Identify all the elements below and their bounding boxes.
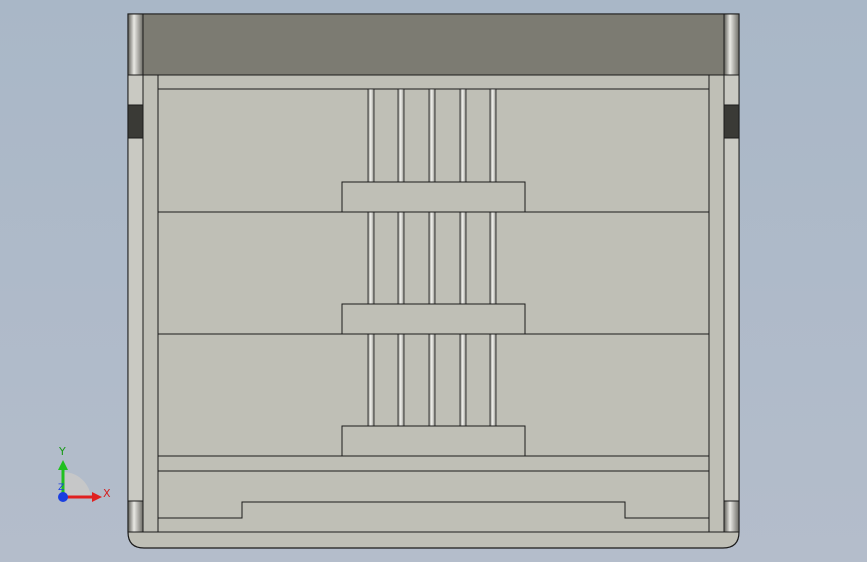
- guide-rod-3-5: [489, 333, 497, 427]
- guide-rod-1-2: [397, 88, 405, 183]
- right-rail-slot-lower: [723, 500, 740, 533]
- left-rail-slot-lower: [127, 500, 144, 533]
- triad-y-label: Y: [58, 445, 66, 458]
- slide-block-2[interactable]: [341, 303, 526, 335]
- right-rail-slot-upper: [723, 104, 740, 139]
- guide-rod-3-1: [367, 333, 375, 427]
- guide-rod-1-1: [367, 88, 375, 183]
- slide-block-1[interactable]: [341, 181, 526, 213]
- triad-z-label: Z: [58, 483, 64, 493]
- right-corner-post: [723, 13, 740, 76]
- left-corner-post: [127, 13, 144, 76]
- left-rail-inner: [142, 74, 159, 533]
- guide-rod-2-5: [489, 211, 497, 305]
- guide-rod-2-1: [367, 211, 375, 305]
- triad-x-label: X: [103, 487, 111, 500]
- left-side-rail: [127, 74, 144, 533]
- guide-rod-1-3: [428, 88, 436, 183]
- slide-block-3[interactable]: [341, 425, 526, 457]
- right-side-rail: [723, 74, 740, 533]
- guide-rod-2-2: [397, 211, 405, 305]
- right-rail-inner: [708, 74, 725, 533]
- guide-rod-3-4: [459, 333, 467, 427]
- cad-drawing[interactable]: X Y Z: [0, 0, 867, 562]
- guide-rod-3-3: [428, 333, 436, 427]
- guide-rod-1-4: [459, 88, 467, 183]
- guide-rod-2-4: [459, 211, 467, 305]
- triad-z-axis: [58, 492, 68, 502]
- guide-rod-2-3: [428, 211, 436, 305]
- left-rail-slot-upper: [127, 104, 144, 139]
- guide-rod-1-5: [489, 88, 497, 183]
- top-band: [142, 13, 725, 76]
- guide-rod-3-2: [397, 333, 405, 427]
- cad-viewport[interactable]: X Y Z: [0, 0, 867, 562]
